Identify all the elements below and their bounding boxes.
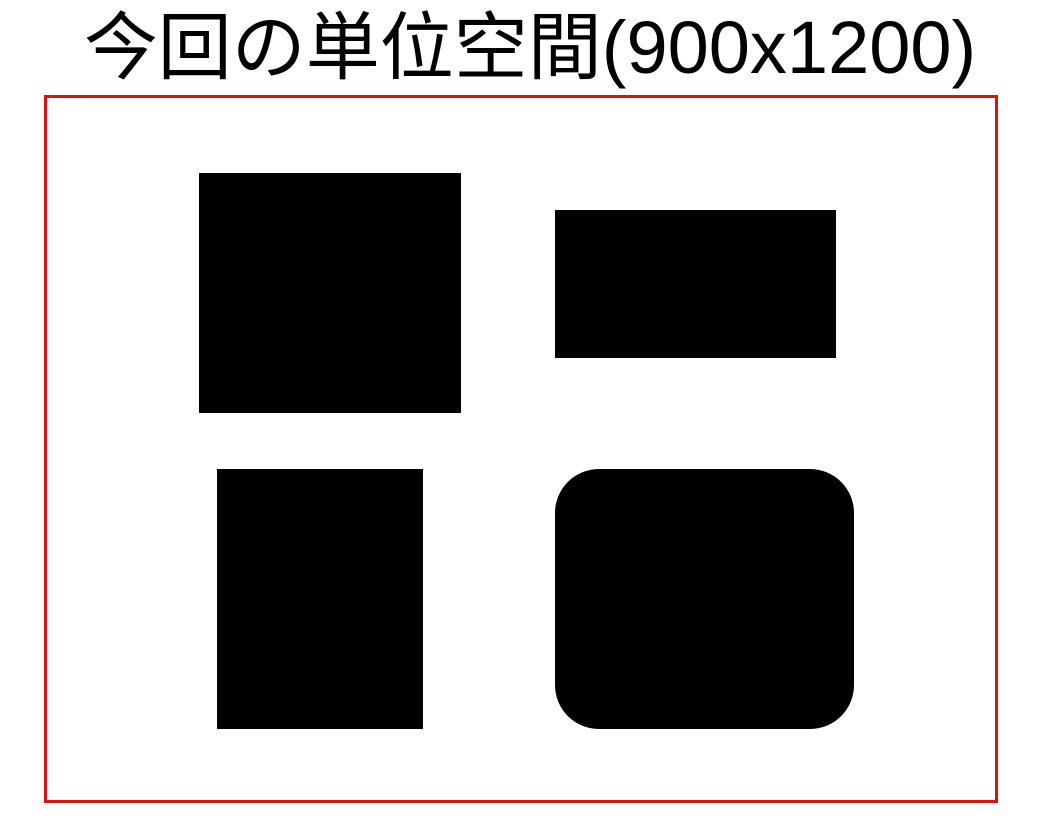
black-square-top-left xyxy=(199,173,461,413)
black-rectangle-top-right xyxy=(555,210,836,358)
black-rectangle-bottom-left xyxy=(217,469,423,729)
black-rounded-rectangle-bottom-right xyxy=(555,469,854,729)
page-title: 今回の単位空間(900x1200) xyxy=(83,6,977,89)
unit-space-frame xyxy=(44,95,998,803)
